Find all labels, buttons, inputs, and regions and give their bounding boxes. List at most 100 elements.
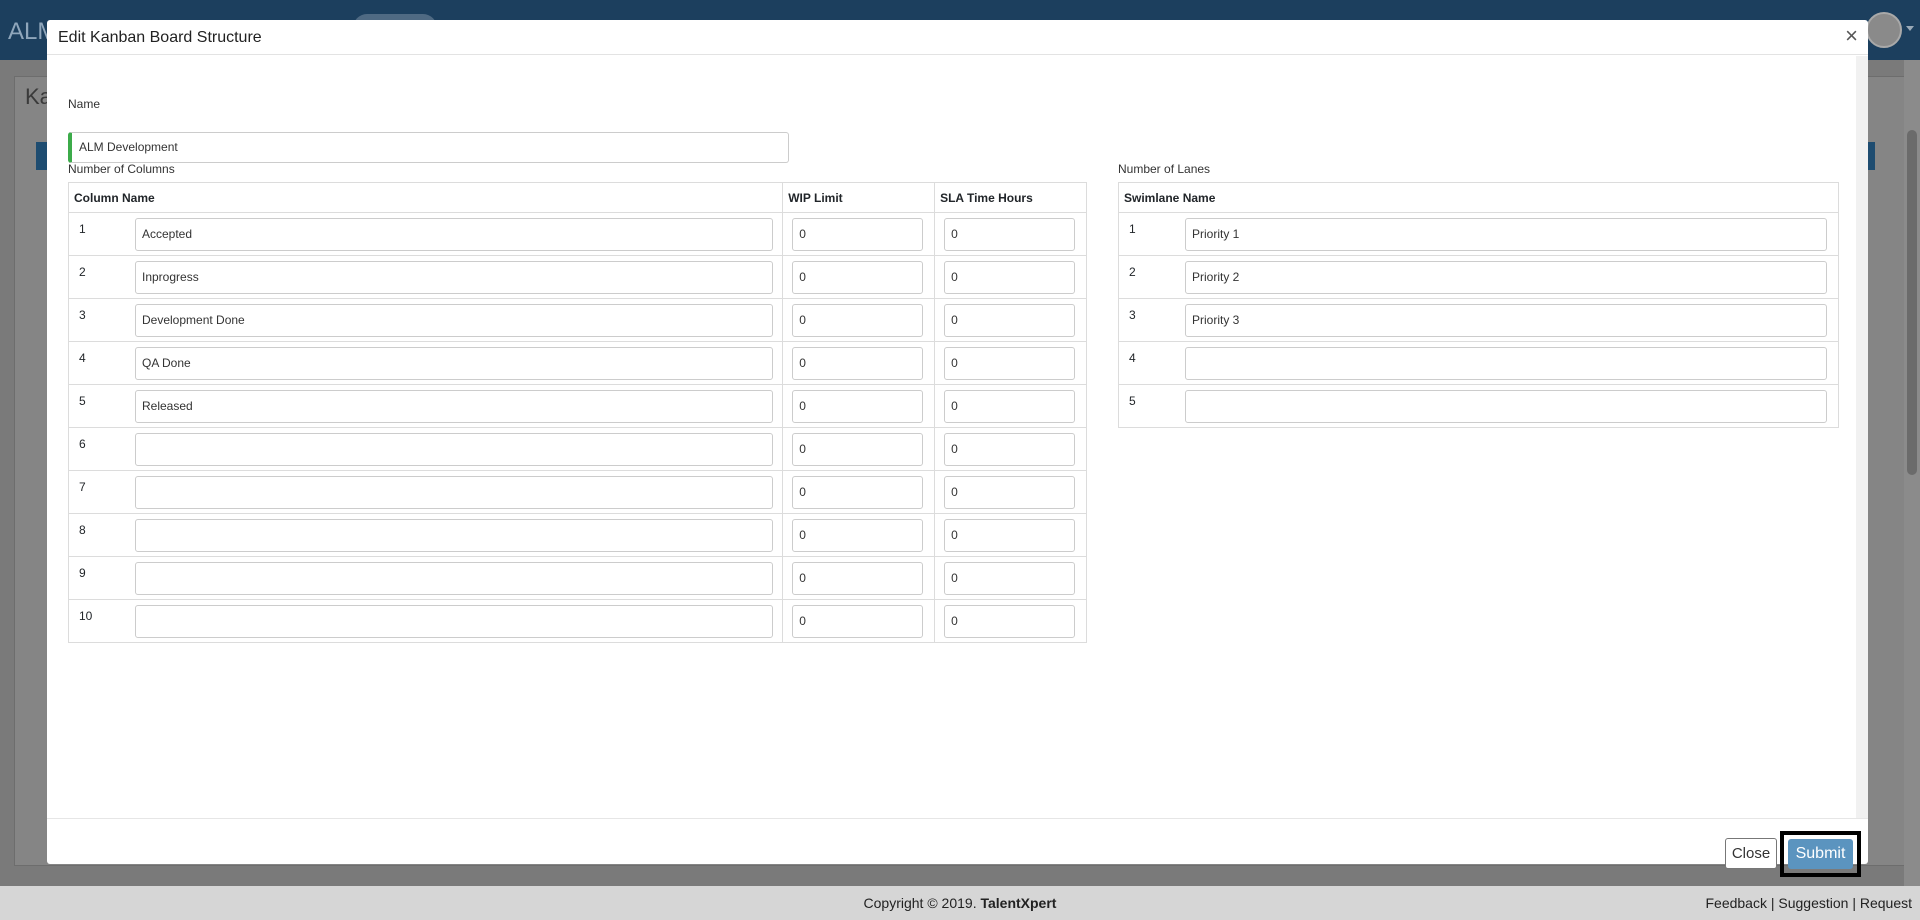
sla-time-cell: 0 (934, 513, 1087, 557)
lanes-table: Swimlane Name 1 Priority 1 2 Priority 2 3 Pri… (1118, 182, 1839, 428)
row-number: 9 (79, 566, 86, 580)
wip-limit-cell: 0 (782, 513, 936, 557)
wip-limit-cell: 0 (782, 341, 936, 385)
table-row: 10 0 0 (67, 599, 1087, 643)
column-name-cell: 6 (67, 427, 784, 471)
column-name-input[interactable]: Inprogress (135, 261, 773, 294)
swimlane-name-input[interactable] (1185, 347, 1827, 380)
copyright: Copyright © 2019. TalentXpert (0, 895, 1920, 911)
wip-limit-input[interactable]: 0 (792, 476, 924, 509)
sla-time-header: SLA Time Hours (934, 182, 1087, 213)
name-label: Name (68, 97, 101, 111)
sla-time-input[interactable]: 0 (944, 562, 1076, 595)
table-row: 1 Accepted 0 0 (67, 212, 1087, 256)
table-row: 9 00 (67, 556, 1087, 600)
table-row: 7 00 (67, 470, 1087, 514)
row-number: 8 (79, 523, 86, 537)
sla-time-input[interactable]: 0 (944, 347, 1076, 380)
copyright-text: Copyright © 2019. (863, 895, 977, 911)
page-scrollbar[interactable] (1904, 60, 1920, 886)
modal-header: Edit Kanban Board Structure × (47, 20, 1868, 55)
wip-limit-input[interactable]: 0 (792, 218, 924, 251)
sla-time-input[interactable]: 0 (944, 304, 1076, 337)
sla-time-cell: 0 (934, 341, 1087, 385)
wip-limit-input[interactable]: 0 (792, 562, 924, 595)
table-row: 3 Development Done 0 0 (67, 298, 1087, 342)
sla-time-input[interactable]: 0 (944, 519, 1076, 552)
swimlane-name-cell: 1 Priority 1 (1118, 212, 1839, 256)
wip-limit-input[interactable]: 0 (792, 347, 924, 380)
wip-limit-input[interactable]: 0 (792, 304, 924, 337)
column-name-input[interactable] (135, 433, 773, 466)
close-icon[interactable]: × (1845, 25, 1858, 47)
table-row: 5 Released 0 0 (67, 384, 1087, 428)
wip-limit-input[interactable]: 0 (792, 261, 924, 294)
columns-label: Number of Columns (68, 162, 175, 176)
swimlane-name-input[interactable]: Priority 2 (1185, 261, 1827, 294)
modal-body: Name ALM Development Number of Columns N… (47, 56, 1868, 818)
table-row: 2 Priority 2 (1118, 255, 1839, 299)
sla-time-cell: 0 (934, 212, 1087, 256)
wip-limit-input[interactable]: 0 (792, 519, 924, 552)
avatar[interactable] (1866, 12, 1902, 48)
modal-title: Edit Kanban Board Structure (58, 29, 262, 46)
column-name-cell: 2 Inprogress (67, 255, 784, 299)
swimlane-name-cell: 4 (1118, 341, 1839, 385)
submit-button[interactable]: Submit (1788, 839, 1853, 869)
column-name-input[interactable] (135, 605, 773, 638)
row-number: 7 (79, 480, 86, 494)
sla-time-cell: 0 (934, 298, 1087, 342)
column-name-input[interactable]: Development Done (135, 304, 773, 337)
sla-time-input[interactable]: 0 (944, 261, 1076, 294)
wip-limit-cell: 0 (782, 556, 936, 600)
column-name-input[interactable] (135, 519, 773, 552)
table-row: 2 Inprogress 0 0 (67, 255, 1087, 299)
board-name-input[interactable]: ALM Development (68, 132, 789, 163)
swimlane-name-cell: 5 (1118, 384, 1839, 428)
swimlane-name-cell: 2 Priority 2 (1118, 255, 1839, 299)
column-name-cell: 5 Released (67, 384, 784, 428)
sla-time-cell: 0 (934, 255, 1087, 299)
swimlane-name-cell: 3 Priority 3 (1118, 298, 1839, 342)
wip-limit-cell: 0 (782, 470, 936, 514)
row-number: 1 (1129, 222, 1136, 236)
sla-time-cell: 0 (934, 470, 1087, 514)
sla-time-cell: 0 (934, 384, 1087, 428)
column-name-input[interactable]: QA Done (135, 347, 773, 380)
column-name-cell: 3 Development Done (67, 298, 784, 342)
column-name-cell: 1 Accepted (67, 212, 784, 256)
wip-limit-cell: 0 (782, 255, 936, 299)
swimlane-name-header: Swimlane Name (1118, 182, 1839, 213)
column-name-input[interactable] (135, 562, 773, 595)
sla-time-input[interactable]: 0 (944, 605, 1076, 638)
sla-time-input[interactable]: 0 (944, 390, 1076, 423)
column-name-header: Column Name (67, 182, 784, 213)
table-row: 1 Priority 1 (1118, 212, 1839, 256)
row-number: 3 (1129, 308, 1136, 322)
swimlane-name-input[interactable]: Priority 3 (1185, 304, 1827, 337)
edit-kanban-modal: Edit Kanban Board Structure × Name ALM D… (47, 20, 1868, 877)
sla-time-input[interactable]: 0 (944, 476, 1076, 509)
sla-time-input[interactable]: 0 (944, 433, 1076, 466)
row-number: 5 (1129, 394, 1136, 408)
column-name-input[interactable]: Released (135, 390, 773, 423)
row-number: 4 (1129, 351, 1136, 365)
modal-scrollbar[interactable] (1856, 56, 1868, 818)
columns-table: Column Name WIP Limit SLA Time Hours 1 Ac… (67, 182, 1087, 643)
column-name-input[interactable]: Accepted (135, 218, 773, 251)
table-row: 5 (1118, 384, 1839, 428)
wip-limit-input[interactable]: 0 (792, 605, 924, 638)
scrollbar-thumb[interactable] (1907, 130, 1917, 475)
footer-links[interactable]: Feedback | Suggestion | Request (1705, 895, 1912, 911)
wip-limit-input[interactable]: 0 (792, 390, 924, 423)
sla-time-input[interactable]: 0 (944, 218, 1076, 251)
swimlane-name-input[interactable] (1185, 390, 1827, 423)
column-name-input[interactable] (135, 476, 773, 509)
table-row: 6 00 (67, 427, 1087, 471)
swimlane-name-input[interactable]: Priority 1 (1185, 218, 1827, 251)
lanes-label: Number of Lanes (1118, 162, 1211, 176)
wip-limit-input[interactable]: 0 (792, 433, 924, 466)
sla-time-cell: 0 (934, 556, 1087, 600)
row-number: 4 (79, 351, 86, 365)
close-button[interactable]: Close (1725, 838, 1777, 869)
